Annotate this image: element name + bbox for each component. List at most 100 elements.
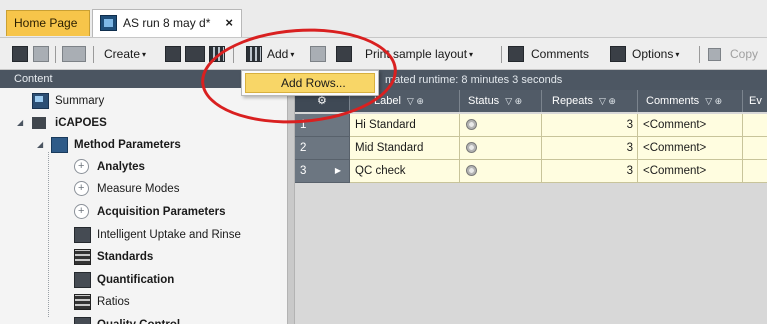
repeats-cell[interactable]: 3 [542,114,638,137]
analytes-icon [74,157,89,175]
panel-splitter[interactable] [287,70,295,324]
tree-item-label: Standards [97,251,154,263]
add-label: Add [267,47,289,61]
status-cell [460,160,542,183]
table-row[interactable]: 2 Mid Standard 3 <Comment> [295,137,767,160]
filter-icon[interactable]: ▽ ⊕ [705,96,722,106]
table-row[interactable]: 1 Hi Standard 3 <Comment> [295,114,767,137]
repeats-cell[interactable]: 3 [542,137,638,160]
quality-control-icon [74,317,91,324]
options-label: Options [632,47,674,61]
column-header-repeats[interactable]: Repeats ▽ ⊕ [542,90,638,112]
add-table-icon[interactable] [246,46,262,62]
collapse-arrow-icon[interactable]: ◢ [37,140,43,149]
copy-icon [708,48,721,61]
copy-button[interactable]: Copy [730,44,758,64]
ratios-icon [74,294,91,310]
save-icon[interactable] [12,46,28,62]
tree-item-label: Quality Control [97,316,180,324]
comment-cell[interactable]: <Comment> [638,160,743,183]
collapse-arrow-icon[interactable]: ◢ [17,118,23,127]
comment-cell[interactable]: <Comment> [638,137,743,160]
tree-item-label: Ratios [97,296,130,308]
content-tree: Summary ◢ iCAPOES ◢ Method Parameters An… [0,88,287,324]
chevron-down-icon: ▾ [675,50,680,59]
column-header-status[interactable]: Status ▽ ⊕ [460,90,542,112]
instrument-icon [32,117,46,129]
create-label: Create [104,47,141,61]
sequence-document-icon [100,15,117,31]
tree-item-label: Method Parameters [74,139,181,151]
standards-icon [74,249,91,265]
rack-icon[interactable] [185,46,205,62]
sample-list-grid: ⚙ Label ▽ ⊕ Status ▽ ⊕ Repeats ▽ ⊕ Comments… [295,90,767,324]
label-cell[interactable]: Mid Standard [350,137,460,160]
table-row[interactable]: 3 ▶ QC check 3 <Comment> [295,160,767,183]
ev-cell[interactable] [743,137,767,160]
status-pending-icon [466,165,477,176]
row-number[interactable]: 3 ▶ [295,160,350,183]
sample-icon[interactable] [165,46,181,62]
repeats-text: 3 [626,142,633,154]
add-button[interactable]: Add ▾ [267,44,294,64]
status-cell [460,137,542,160]
repeats-text: 3 [626,119,633,131]
comment-text: <Comment> [643,142,707,154]
toolbar: Create ▾ Add ▾ Print sample layout ▾ Commen… [0,37,767,70]
column-header-text: Repeats [552,95,593,107]
row-number-text: 3 [300,165,307,177]
column-header-text: Comments [646,95,700,107]
column-header-ev[interactable]: Ev [743,90,767,112]
comment-cell[interactable]: <Comment> [638,114,743,137]
summary-icon [32,93,49,109]
toolbar-separator [501,46,502,63]
grid-view-icon[interactable] [209,46,225,62]
estimated-runtime-text: mated runtime: 8 minutes 3 seconds [385,74,563,86]
filter-icon[interactable]: ▽ ⊕ [599,96,616,106]
row-number[interactable]: 1 [295,114,350,137]
filter-icon[interactable]: ▽ ⊕ [407,96,424,106]
label-text: Mid Standard [355,142,424,154]
ev-cell[interactable] [743,114,767,137]
tree-item-label: Quantification [97,274,175,286]
create-button[interactable]: Create ▾ [104,44,146,64]
repeats-cell[interactable]: 3 [542,160,638,183]
uptake-rinse-icon [74,227,91,243]
repeats-text: 3 [626,165,633,177]
status-pending-icon [466,142,477,153]
row-number-text: 2 [300,142,307,154]
column-header-text: Label [374,95,401,107]
chevron-down-icon: ▾ [469,50,474,59]
column-header-text: Status [468,95,500,107]
table-settings-icon: ⚙ [317,95,327,107]
toolbar-separator [93,46,94,63]
tab-document[interactable]: AS run 8 may d* × [92,9,242,37]
insert-row-icon[interactable] [310,46,326,62]
tree-item-label: Summary [55,95,105,107]
menu-item-add-rows[interactable]: Add Rows... [245,73,375,93]
content-panel-title: Content [14,73,53,85]
row-number[interactable]: 2 [295,137,350,160]
label-text: Hi Standard [355,119,416,131]
run-icon[interactable] [62,46,86,62]
method-icon [51,137,68,153]
comments-button[interactable]: Comments [531,44,589,64]
tab-home-page-label: Home Page [14,16,78,30]
print-sample-layout-label: Print sample layout [365,47,468,61]
column-header-comments[interactable]: Comments ▽ ⊕ [638,90,743,112]
label-cell[interactable]: QC check [350,160,460,183]
ev-cell[interactable] [743,160,767,183]
close-tab-icon[interactable]: × [225,10,233,36]
filter-icon[interactable]: ▽ ⊕ [505,96,522,106]
menu-item-label: Add Rows... [281,76,346,90]
options-button[interactable]: Options ▾ [632,44,679,64]
print-icon[interactable] [336,46,352,62]
column-header-text: Ev [749,95,762,107]
tree-item-label: Acquisition Parameters [97,206,226,218]
label-cell[interactable]: Hi Standard [350,114,460,137]
tab-home-page[interactable]: Home Page [6,10,90,36]
row-number-text: 1 [300,119,307,131]
delete-icon[interactable] [33,46,49,62]
print-sample-layout-button[interactable]: Print sample layout ▾ [365,44,473,64]
tab-document-label: AS run 8 may d* [123,16,211,30]
